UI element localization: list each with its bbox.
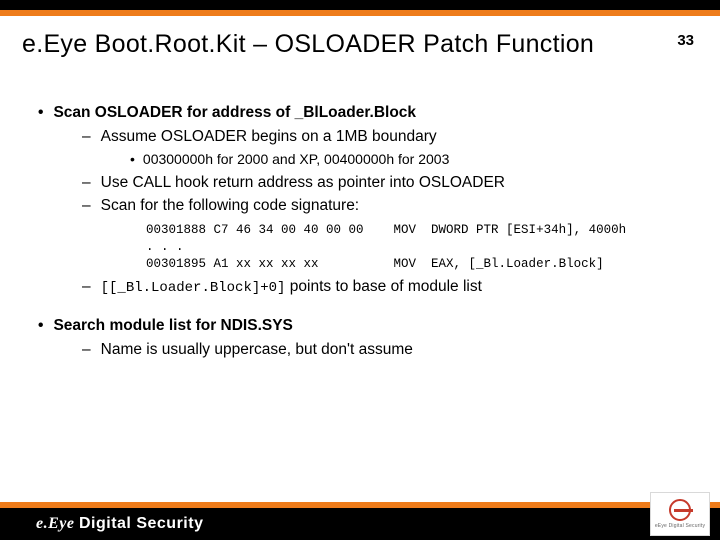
slide-number: 33 [677, 32, 694, 49]
brand-italic: e.Eye [36, 515, 79, 532]
bullet-text: Scan for the following code signature: [82, 197, 359, 214]
top-black-bar [0, 0, 720, 10]
bullet-text: points to base of module list [285, 278, 481, 295]
brand-rest: Digital Security [79, 515, 203, 532]
slide-title: e.Eye Boot.Root.Kit – OSLOADER Patch Fun… [22, 30, 677, 59]
bullet-level2: Assume OSLOADER begins on a 1MB boundary [82, 127, 682, 147]
footer-wrap: e.Eye Digital Security eEye Digital Secu… [0, 502, 720, 540]
spacer [38, 298, 682, 316]
logo-box: eEye Digital Security [650, 492, 710, 536]
bullet-text: Use CALL hook return address as pointer … [82, 174, 505, 191]
bullet-level2: Use CALL hook return address as pointer … [82, 173, 682, 193]
bullet-level2: Scan for the following code signature: [82, 196, 682, 216]
bullet-text: Search module list for NDIS.SYS [38, 317, 293, 334]
bullet-level2: [[_Bl.Loader.Block]+0] points to base of… [82, 277, 682, 298]
inline-code: [[_Bl.Loader.Block]+0] [101, 280, 286, 296]
bullet-level1: Scan OSLOADER for address of _BlLoader.B… [38, 103, 682, 123]
bullet-level2: Name is usually uppercase, but don't ass… [82, 340, 682, 360]
bullet-text: Scan OSLOADER for address of _BlLoader.B… [38, 104, 416, 121]
eeye-logo-icon [669, 499, 691, 521]
bottom-black-bar: e.Eye Digital Security eEye Digital Secu… [0, 508, 720, 540]
logo-caption: eEye Digital Security [655, 523, 705, 529]
header-row: e.Eye Boot.Root.Kit – OSLOADER Patch Fun… [0, 16, 720, 59]
bullet-text: 00300000h for 2000 and XP, 00400000h for… [130, 151, 449, 167]
bullet-dash [82, 278, 101, 295]
brand-text: e.Eye Digital Security [36, 515, 203, 533]
bullet-level3: 00300000h for 2000 and XP, 00400000h for… [130, 151, 682, 169]
code-signature-block: 00301888 C7 46 34 00 40 00 00 MOV DWORD … [146, 222, 682, 273]
content-area: Scan OSLOADER for address of _BlLoader.B… [0, 59, 720, 359]
bullet-level1: Search module list for NDIS.SYS [38, 316, 682, 336]
bullet-text: Assume OSLOADER begins on a 1MB boundary [82, 128, 437, 145]
bullet-text: Name is usually uppercase, but don't ass… [82, 341, 413, 358]
